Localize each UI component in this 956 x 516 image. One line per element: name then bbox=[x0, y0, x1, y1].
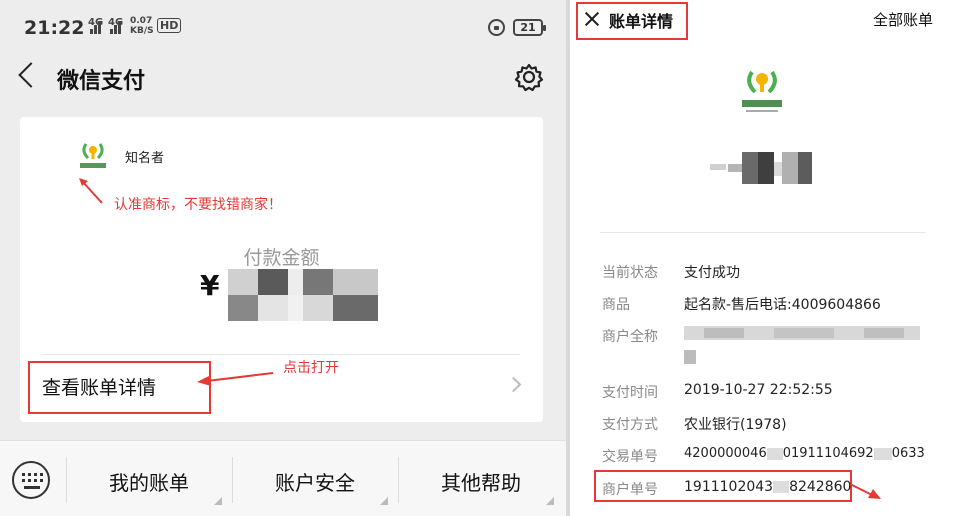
merchant-name-redacted bbox=[684, 326, 920, 366]
annotation-arrow-icon-2 bbox=[197, 372, 274, 386]
row-label-merchant-order-id: 商户单号 bbox=[602, 482, 658, 498]
row-value-status: 支付成功 bbox=[684, 265, 740, 281]
submenu-indicator bbox=[380, 497, 388, 505]
page-title: 微信支付 bbox=[57, 69, 146, 94]
row-value-pay-method: 农业银行(1978) bbox=[684, 417, 787, 433]
payment-card: 知名者 认准商标，不要找错商家！ 付款金额 ¥ 查看账单详情 bbox=[20, 117, 543, 422]
page-title: 账单详情 bbox=[609, 12, 674, 31]
bill-details-panel: 账单详情 全部账单 当前状态 支付成功 商品 起名款-售后电话:40096048… bbox=[570, 0, 956, 516]
merchant-logo-icon bbox=[742, 70, 782, 112]
gear-icon[interactable] bbox=[514, 62, 544, 92]
divider bbox=[600, 232, 926, 233]
network-speed: 0.07 KB/S bbox=[130, 16, 154, 36]
close-icon[interactable] bbox=[584, 11, 600, 27]
divider bbox=[42, 354, 520, 355]
keyboard-icon[interactable] bbox=[12, 461, 50, 499]
row-label-merchant-name: 商户全称 bbox=[602, 329, 658, 345]
annotation-check-logo: 认准商标，不要找错商家！ bbox=[114, 197, 282, 213]
merchant-name: 知名者 bbox=[125, 151, 165, 166]
menu-other-help[interactable]: 其他帮助 bbox=[398, 467, 564, 496]
chevron-right-icon[interactable] bbox=[505, 376, 522, 393]
row-value-product: 起名款-售后电话:4009604866 bbox=[684, 297, 881, 313]
row-value-merchant-order-id: 1911102043 8242860 bbox=[684, 479, 852, 495]
amount-label: 付款金额 bbox=[243, 247, 320, 269]
amount-redacted bbox=[710, 152, 812, 184]
all-bills-link[interactable]: 全部账单 bbox=[873, 9, 933, 30]
row-value-pay-time: 2019-10-27 22:52:55 bbox=[684, 382, 833, 398]
signal-icon bbox=[90, 18, 104, 34]
annotation-arrow-icon-3 bbox=[849, 483, 881, 499]
currency-symbol: ¥ bbox=[200, 269, 220, 302]
row-value-transaction-id: 4200000046 01911104692 0633 bbox=[684, 446, 925, 461]
bottom-menu-bar: 我的账单 账户安全 其他帮助 bbox=[0, 440, 566, 516]
annotation-arrow-icon bbox=[79, 178, 103, 204]
status-bar: 21:22 4G 4G 0.07 KB/S HD 21 bbox=[0, 0, 566, 52]
row-label-transaction-id: 交易单号 bbox=[602, 449, 658, 465]
row-label-product: 商品 bbox=[602, 297, 630, 313]
back-icon[interactable] bbox=[18, 62, 44, 88]
status-time: 21:22 bbox=[24, 17, 85, 39]
amount-redacted bbox=[228, 269, 378, 321]
menu-account-security[interactable]: 账户安全 bbox=[232, 467, 398, 496]
battery-icon: 21 bbox=[513, 19, 546, 36]
merchant-logo-icon bbox=[80, 143, 106, 168]
signal-icon-2 bbox=[110, 18, 124, 34]
submenu-indicator bbox=[546, 497, 554, 505]
title-bar: 微信支付 bbox=[0, 52, 566, 102]
annotation-click-to-open: 点击打开 bbox=[283, 360, 339, 376]
lock-icon bbox=[488, 19, 505, 36]
wechat-pay-message-panel: 21:22 4G 4G 0.07 KB/S HD 21 微信支付 知名者 认准商… bbox=[0, 0, 566, 516]
row-label-status: 当前状态 bbox=[602, 265, 658, 281]
hd-badge: HD bbox=[157, 18, 182, 33]
row-label-pay-time: 支付时间 bbox=[602, 385, 658, 401]
view-bill-details-link[interactable]: 查看账单详情 bbox=[42, 373, 156, 400]
menu-my-bills[interactable]: 我的账单 bbox=[66, 467, 232, 496]
row-label-pay-method: 支付方式 bbox=[602, 417, 658, 433]
submenu-indicator bbox=[214, 497, 222, 505]
